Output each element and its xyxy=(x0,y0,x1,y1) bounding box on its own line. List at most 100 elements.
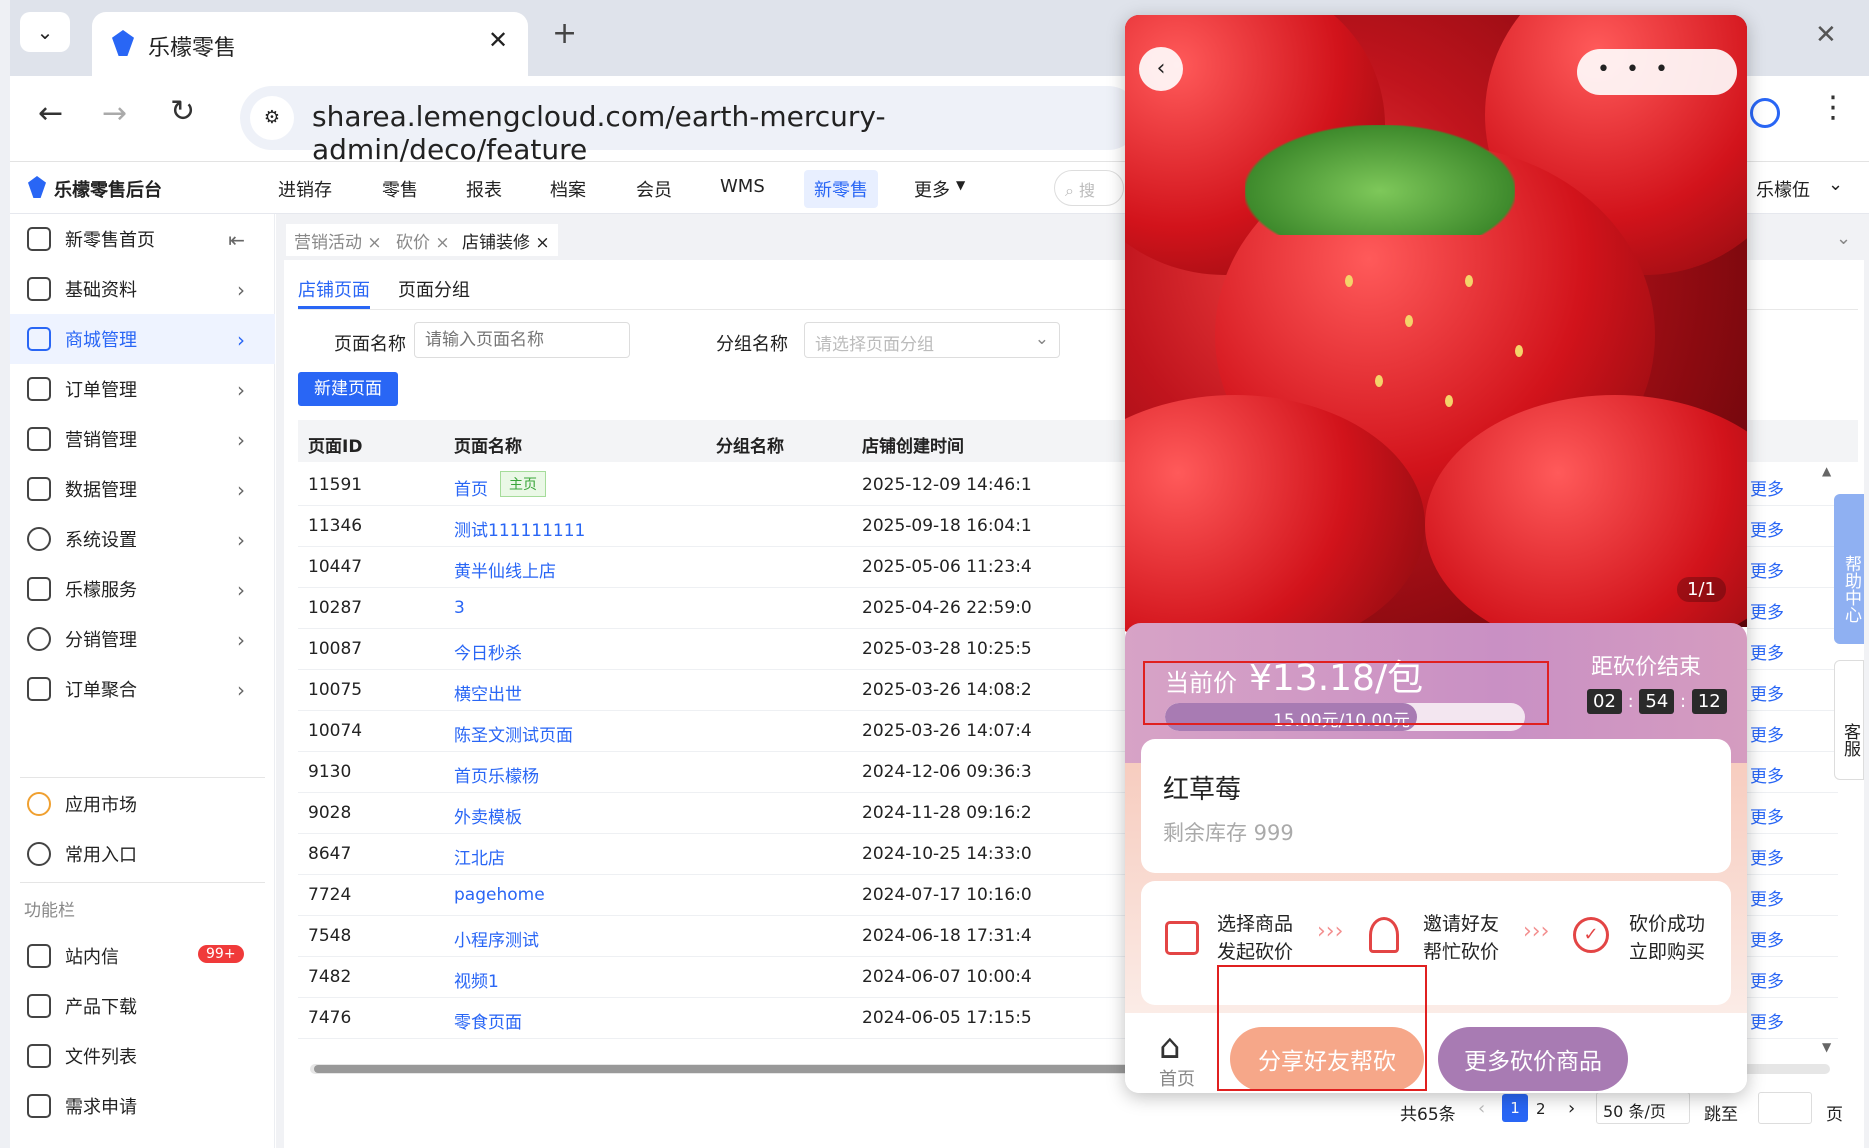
forward-icon[interactable]: → xyxy=(102,96,127,131)
help-center-tab[interactable]: 帮助中心 xyxy=(1834,494,1864,644)
user-caret-icon[interactable]: ⌄ xyxy=(1828,174,1843,195)
sidebar-files[interactable]: 文件列表 xyxy=(10,1031,275,1081)
cell-name-link[interactable]: 江北店 xyxy=(454,844,505,869)
sidebar-item-label: 乐檬服务 xyxy=(65,580,137,601)
user-name[interactable]: 乐檬伍 xyxy=(1756,176,1810,202)
sidebar-common-entry[interactable]: 常用入口 xyxy=(10,829,275,879)
cell-name-link[interactable]: 外卖模板 xyxy=(454,803,522,828)
customer-service-tab[interactable]: 客服 xyxy=(1834,660,1864,780)
page-1-button[interactable]: 1 xyxy=(1502,1094,1528,1122)
scroll-up-icon[interactable]: ▲ xyxy=(1822,464,1831,478)
page-name-input[interactable] xyxy=(414,322,630,358)
row-more-link[interactable]: 更多 xyxy=(1750,639,1784,664)
address-bar[interactable]: ⚙ sharea.lemengcloud.com/earth-mercury-a… xyxy=(240,86,1140,166)
sidebar-item-distribution[interactable]: 分销管理 › xyxy=(10,614,275,664)
nav-item-2[interactable]: 零售 xyxy=(382,176,418,202)
tab-close-icon[interactable]: ✕ xyxy=(488,26,508,54)
breadcrumb-tab-3-active[interactable]: 店铺装修 × xyxy=(454,224,558,256)
cell-name-link[interactable]: 陈圣文测试页面 xyxy=(454,721,573,746)
row-more-link[interactable]: 更多 xyxy=(1750,885,1784,910)
tab-page-groups[interactable]: 页面分组 xyxy=(398,276,470,302)
cell-name-link[interactable]: 横空出世 xyxy=(454,680,522,705)
jump-input[interactable] xyxy=(1758,1092,1812,1124)
more-dots-icon[interactable]: ••• xyxy=(1597,57,1684,82)
page-2-button[interactable]: 2 xyxy=(1536,1100,1546,1118)
breadcrumb-tab-1[interactable]: 营销活动 × xyxy=(286,224,390,256)
breadcrumb-tab-2[interactable]: 砍价 × xyxy=(388,224,458,256)
sidebar-messages[interactable]: 站内信 99+ xyxy=(10,931,275,981)
sidebar-item-home[interactable]: 新零售首页 ⇤ xyxy=(10,214,275,264)
page-size-select[interactable]: 50 条/页 xyxy=(1596,1092,1690,1124)
nav-item-6[interactable]: WMS xyxy=(720,176,765,197)
cell-name-link[interactable]: 首页 xyxy=(454,475,488,500)
more-bargain-button[interactable]: 更多砍价商品 xyxy=(1438,1027,1628,1091)
sidebar-item-basic[interactable]: 基础资料 › xyxy=(10,264,275,314)
row-more-link[interactable]: 更多 xyxy=(1750,803,1784,828)
row-more-link[interactable]: 更多 xyxy=(1750,680,1784,705)
cell-name-link[interactable]: 零食页面 xyxy=(454,1008,522,1033)
nav-item-7-active[interactable]: 新零售 xyxy=(804,170,878,208)
row-more-link[interactable]: 更多 xyxy=(1750,1008,1784,1033)
prev-page-icon[interactable]: ‹ xyxy=(1478,1098,1485,1119)
sidebar-item-orders[interactable]: 订单管理 › xyxy=(10,364,275,414)
nav-item-5[interactable]: 会员 xyxy=(636,176,672,202)
close-icon[interactable]: × xyxy=(535,233,549,253)
cell-name-link[interactable]: 首页乐檬杨 xyxy=(454,762,539,787)
row-more-link[interactable]: 更多 xyxy=(1750,967,1784,992)
next-page-icon[interactable]: › xyxy=(1568,1098,1575,1119)
profile-icon[interactable] xyxy=(1750,98,1780,128)
close-icon[interactable]: × xyxy=(367,233,381,253)
cell-name-link[interactable]: 视频1 xyxy=(454,967,499,992)
sidebar-item-aggregate[interactable]: 订单聚合 › xyxy=(10,664,275,714)
cell-name-link[interactable]: pagehome xyxy=(454,885,545,905)
home-tag: 主页 xyxy=(500,471,546,497)
close-icon[interactable]: × xyxy=(435,233,449,253)
row-more-link[interactable]: 更多 xyxy=(1750,721,1784,746)
nav-item-3[interactable]: 报表 xyxy=(466,176,502,202)
home-label[interactable]: 首页 xyxy=(1159,1065,1195,1091)
miniprogram-capsule[interactable]: ••• xyxy=(1577,49,1737,95)
row-more-link[interactable]: 更多 xyxy=(1750,516,1784,541)
cell-name-link[interactable]: 测试111111111 xyxy=(454,516,585,541)
sidebar-item-service[interactable]: 乐檬服务 › xyxy=(10,564,275,614)
cell-name-link[interactable]: 小程序测试 xyxy=(454,926,539,951)
sidebar-item-marketing[interactable]: 营销管理 › xyxy=(10,414,275,464)
scroll-down-icon[interactable]: ▼ xyxy=(1822,1040,1831,1054)
new-page-button[interactable]: 新建页面 xyxy=(298,372,398,406)
window-close-icon[interactable]: ✕ xyxy=(1815,20,1837,50)
back-icon[interactable]: ← xyxy=(38,96,63,131)
tab-shop-pages[interactable]: 店铺页面 xyxy=(298,276,370,302)
row-more-link[interactable]: 更多 xyxy=(1750,844,1784,869)
collapse-icon[interactable]: ⇤ xyxy=(228,228,245,252)
scrollbar-thumb[interactable] xyxy=(314,1065,1134,1073)
files-label: 文件列表 xyxy=(65,1047,137,1068)
nav-search-box[interactable]: ⌕ 搜 xyxy=(1054,170,1124,206)
sidebar-requests[interactable]: 需求申请 xyxy=(10,1081,275,1131)
nav-item-more[interactable]: 更多 xyxy=(914,176,950,202)
row-more-link[interactable]: 更多 xyxy=(1750,762,1784,787)
tab-list-button[interactable]: ⌄ xyxy=(20,12,70,52)
sidebar-item-data[interactable]: 数据管理 › xyxy=(10,464,275,514)
phone-back-button[interactable]: ‹ xyxy=(1139,47,1183,91)
row-more-link[interactable]: 更多 xyxy=(1750,598,1784,623)
row-more-link[interactable]: 更多 xyxy=(1750,557,1784,582)
nav-item-1[interactable]: 进销存 xyxy=(278,176,332,202)
sidebar-item-settings[interactable]: 系统设置 › xyxy=(10,514,275,564)
group-select[interactable]: 请选择页面分组 ⌄ xyxy=(804,322,1060,358)
site-info-icon[interactable]: ⚙ xyxy=(250,96,294,140)
cell-name-link[interactable]: 3 xyxy=(454,598,465,618)
sidebar-item-mall[interactable]: 商城管理 › xyxy=(10,314,275,364)
cell-name-link[interactable]: 黄半仙线上店 xyxy=(454,557,556,582)
browser-tab[interactable]: 乐檬零售 ✕ xyxy=(92,12,528,76)
tabs-dropdown-icon[interactable]: ⌄ xyxy=(1836,228,1851,249)
browser-menu-icon[interactable]: ⋮ xyxy=(1818,90,1848,125)
reload-icon[interactable]: ↻ xyxy=(170,94,195,129)
sidebar-app-market[interactable]: 应用市场 xyxy=(10,779,275,829)
cell-name-link[interactable]: 今日秒杀 xyxy=(454,639,522,664)
sidebar-downloads[interactable]: 产品下载 xyxy=(10,981,275,1031)
new-tab-icon[interactable]: + xyxy=(552,16,577,51)
home-icon[interactable]: ⌂ xyxy=(1159,1027,1181,1067)
row-more-link[interactable]: 更多 xyxy=(1750,926,1784,951)
nav-item-4[interactable]: 档案 xyxy=(550,176,586,202)
row-more-link[interactable]: 更多 xyxy=(1750,475,1784,500)
